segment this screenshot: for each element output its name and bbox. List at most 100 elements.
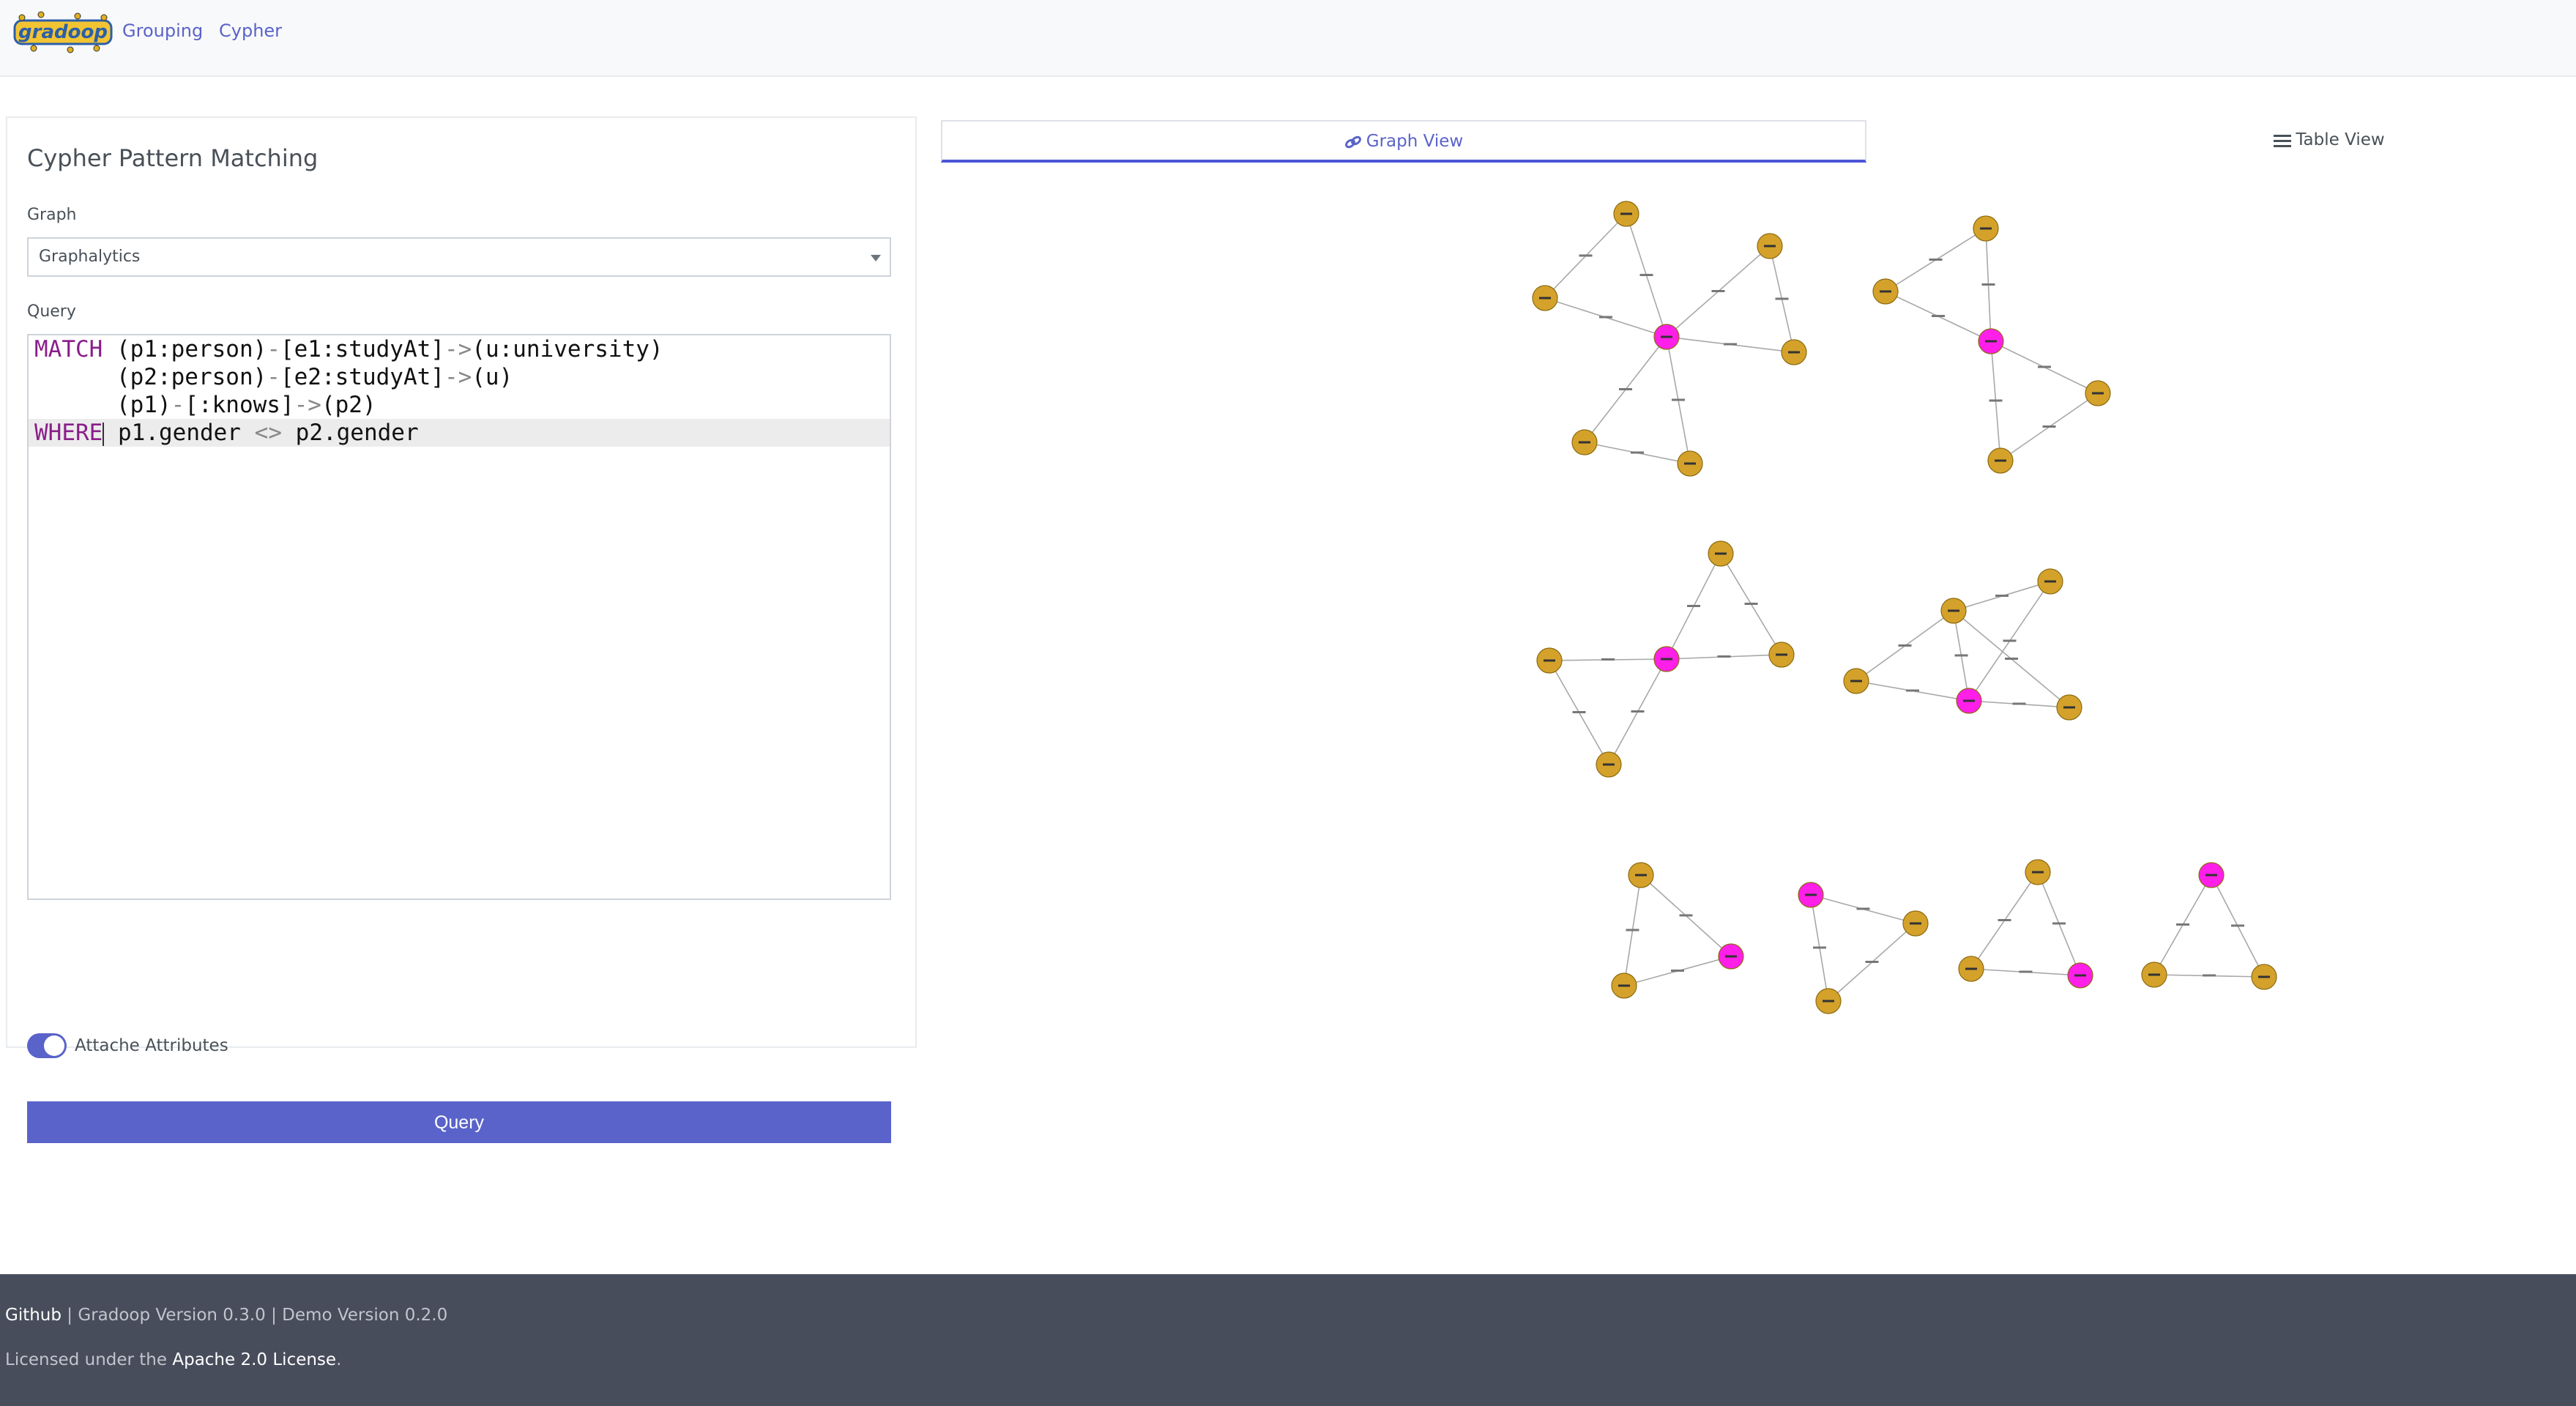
node-label (1948, 609, 1959, 612)
edge-label (1995, 595, 2009, 597)
edge-label (2052, 922, 2066, 925)
tab-table-view-label: Table View (2296, 130, 2385, 149)
edge-label (2003, 639, 2017, 642)
node-label (1823, 1000, 1834, 1003)
node-label (1579, 441, 1590, 444)
edge-label (1679, 914, 1693, 917)
node-label (2063, 706, 2075, 709)
edge-label (2005, 658, 2018, 660)
edge-label (1724, 343, 1737, 346)
node-label (1684, 462, 1696, 465)
node-label (1788, 351, 1800, 354)
edge-label (1619, 388, 1632, 390)
node-label (2258, 975, 2270, 978)
node-label (1725, 955, 1737, 958)
graph-select[interactable]: Graphalytics (27, 237, 891, 277)
query-panel: Cypher Pattern Matching Graph Graphalyti… (6, 116, 917, 1143)
caret-down-icon (871, 255, 881, 261)
footer-version-line: Github | Gradoop Version 0.3.0 | Demo Ve… (5, 1306, 447, 1325)
edge-label (1929, 258, 1943, 261)
node-label (2205, 874, 2217, 877)
node-label (1880, 290, 1891, 293)
link-icon (1344, 135, 1361, 148)
svg-text:gradoop: gradoop (18, 21, 108, 43)
edge-label (1865, 961, 1879, 963)
edge-label (1906, 689, 1919, 692)
node-label (1539, 297, 1551, 300)
node-label (1776, 653, 1787, 656)
edge-label (2012, 702, 2026, 705)
edge-label (2038, 365, 2051, 368)
edge-label (1775, 297, 1789, 300)
node-label (1603, 763, 1615, 766)
query-label: Query (27, 302, 76, 321)
attach-attributes-toggle[interactable] (27, 1033, 67, 1058)
edge-label (1631, 710, 1645, 713)
code-line: (p2:person)-[e2:studyAt]->(u) (116, 364, 513, 390)
node-label (1661, 658, 1672, 661)
node-label (1910, 922, 1921, 925)
edge-label (1898, 644, 1912, 647)
tab-graph-view[interactable]: Graph View (941, 120, 1866, 163)
edge-label (1599, 316, 1612, 319)
edge-label (1813, 946, 1826, 949)
edge-label (1856, 907, 1870, 910)
edge-label (1572, 711, 1586, 713)
node-label (2044, 580, 2056, 583)
edge-label (2019, 970, 2033, 973)
edge-label (2042, 425, 2056, 428)
node-label (1544, 659, 1555, 662)
license-link[interactable]: Apache 2.0 License (172, 1350, 336, 1369)
node-label (1985, 340, 1997, 343)
edge-label (1671, 970, 1684, 972)
query-editor[interactable]: MATCH (p1:person)-[e1:studyAt]->(u:unive… (27, 334, 891, 900)
edge-label (2176, 923, 2189, 926)
tab-graph-view-label: Graph View (1366, 132, 1464, 151)
edge-label (2231, 924, 2244, 927)
query-button[interactable]: Query (27, 1101, 891, 1143)
edge-label (1631, 451, 1644, 454)
footer-license-line: Licensed under the Apache 2.0 License. (5, 1350, 342, 1369)
edge-label (1601, 658, 1615, 661)
node-label (1980, 227, 1992, 230)
attach-attributes-label: Attache Attributes (75, 1036, 228, 1055)
text-cursor (103, 422, 105, 446)
edge-label (1672, 398, 1685, 401)
node-label (1764, 245, 1776, 248)
node-label (2148, 973, 2160, 976)
node-label (1618, 984, 1630, 987)
graph-select-value: Graphalytics (39, 248, 141, 266)
edge-label (1626, 929, 1639, 931)
node-label (1965, 967, 1977, 970)
edge-label (2203, 974, 2216, 977)
edge-label (1711, 290, 1725, 292)
edge-label (1954, 654, 1968, 657)
node-label (1850, 680, 1862, 682)
edge-label (1687, 605, 1700, 607)
node-label (1620, 212, 1632, 215)
node-label (1963, 699, 1975, 702)
nav-grouping[interactable]: Grouping (122, 21, 203, 41)
list-icon (2274, 134, 2292, 147)
node-label (2032, 871, 2044, 874)
code-line: MATCH (p1:person)-[e1:studyAt]->(u:unive… (34, 336, 663, 362)
graph-canvas[interactable] (941, 168, 2576, 1018)
tab-table-view[interactable]: Table View (1866, 120, 2576, 163)
edge-label (1579, 254, 1593, 257)
toggle-knob (44, 1035, 64, 1056)
gradoop-logo[interactable]: gradoop (12, 10, 114, 54)
edge-label (1639, 274, 1653, 276)
graph-label: Graph (27, 206, 77, 224)
edge-label (1717, 655, 1731, 658)
edge-label (1932, 315, 1945, 317)
node-label (2092, 392, 2104, 395)
footer: Github | Gradoop Version 0.3.0 | Demo Ve… (0, 1274, 2576, 1406)
version-text: | Gradoop Version 0.3.0 | Demo Version 0… (62, 1306, 448, 1325)
node-label (1661, 335, 1672, 338)
edge-label (1744, 603, 1758, 605)
node-label (1995, 459, 2006, 462)
nav-cypher[interactable]: Cypher (219, 21, 282, 41)
github-link[interactable]: Github (5, 1306, 62, 1325)
edge-label (1989, 399, 2003, 402)
code-line: (p1)-[:knows]->(p2) (116, 392, 376, 418)
